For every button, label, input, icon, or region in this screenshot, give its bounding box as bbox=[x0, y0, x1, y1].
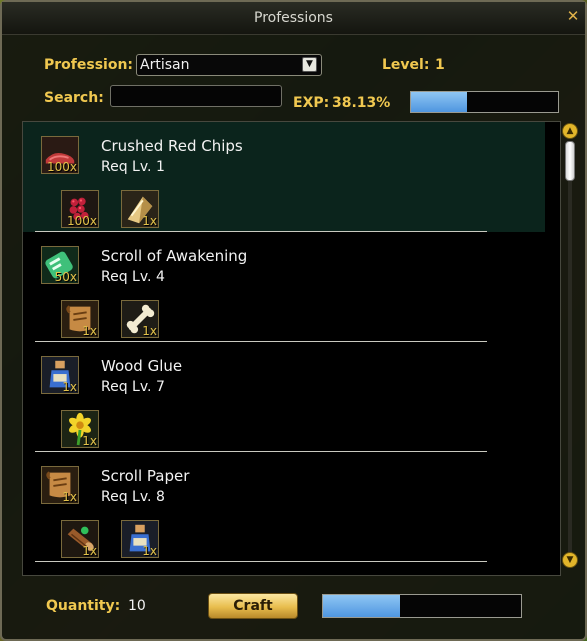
recipe-name: Crushed Red Chips bbox=[101, 137, 243, 155]
recipe-required-level: Req Lv. 4 bbox=[101, 269, 165, 285]
recipe-product-icon[interactable]: 50x bbox=[41, 246, 79, 284]
craft-progress-fill bbox=[323, 595, 401, 617]
recipe-row[interactable]: 100x Crushed Red Chips Req Lv. 1 100x 1x bbox=[23, 122, 545, 232]
craft-progress-bar bbox=[322, 594, 522, 618]
quantity-value[interactable]: 10 bbox=[128, 598, 146, 614]
recipe-row[interactable]: 1x Wood Glue Req Lv. 7 1x bbox=[23, 342, 545, 452]
scrollbar-track[interactable] bbox=[568, 141, 572, 553]
recipe-name: Scroll Paper bbox=[101, 467, 190, 485]
close-button[interactable]: ✕ bbox=[565, 8, 581, 24]
level-value: 1 bbox=[435, 57, 445, 73]
ingredient-icon[interactable]: 1x bbox=[121, 300, 159, 338]
recipe-product-icon[interactable]: 100x bbox=[41, 136, 79, 174]
level-label: Level: bbox=[382, 57, 430, 73]
scroll-up-button[interactable]: ▲ bbox=[562, 123, 578, 139]
recipe-row[interactable]: 50x Scroll of Awakening Req Lv. 4 1x 1x bbox=[23, 232, 545, 342]
recipe-divider bbox=[35, 561, 487, 562]
ingredient-icon[interactable]: 1x bbox=[61, 300, 99, 338]
item-quantity: 50x bbox=[54, 270, 77, 284]
ingredient-icon[interactable]: 1x bbox=[121, 190, 159, 228]
item-quantity: 1x bbox=[62, 490, 77, 504]
quantity-label: Quantity: bbox=[46, 598, 121, 614]
ingredient-icon[interactable]: 1x bbox=[61, 410, 99, 448]
item-quantity: 1x bbox=[82, 544, 97, 558]
search-label: Search: bbox=[44, 90, 104, 106]
recipe-required-level: Req Lv. 1 bbox=[101, 159, 165, 175]
profession-label: Profession: bbox=[44, 57, 134, 73]
ingredient-icon[interactable]: 1x bbox=[61, 520, 99, 558]
recipe-name: Wood Glue bbox=[101, 357, 183, 375]
exp-value: 38.13% bbox=[332, 95, 391, 111]
chevron-down-icon[interactable]: ▼ bbox=[302, 57, 317, 72]
recipe-product-icon[interactable]: 1x bbox=[41, 466, 79, 504]
exp-bar bbox=[410, 91, 559, 113]
recipe-list-scrollbar[interactable]: ▲ ▼ bbox=[561, 121, 579, 576]
recipe-name: Scroll of Awakening bbox=[101, 247, 248, 265]
item-quantity: 1x bbox=[82, 324, 97, 338]
chevron-up-icon[interactable]: ▲ bbox=[567, 126, 574, 136]
exp-bar-fill bbox=[411, 92, 468, 112]
exp-label: EXP: bbox=[293, 95, 330, 111]
title-bar[interactable]: Professions ✕ bbox=[2, 2, 585, 35]
window-title: Professions bbox=[254, 10, 333, 26]
item-quantity: 100x bbox=[66, 214, 97, 228]
craft-button[interactable]: Craft bbox=[208, 593, 298, 619]
scroll-down-button[interactable]: ▼ bbox=[562, 552, 578, 568]
item-quantity: 1x bbox=[82, 434, 97, 448]
item-quantity: 1x bbox=[142, 324, 157, 338]
recipe-required-level: Req Lv. 8 bbox=[101, 489, 165, 505]
recipe-row[interactable]: 1x Scroll Paper Req Lv. 8 1x 1x bbox=[23, 452, 545, 562]
scrollbar-thumb[interactable] bbox=[565, 141, 575, 181]
item-quantity: 1x bbox=[142, 544, 157, 558]
close-icon[interactable]: ✕ bbox=[567, 7, 580, 25]
ingredient-icon[interactable]: 1x bbox=[121, 520, 159, 558]
professions-window: Professions ✕ Profession: Artisan ▼ Leve… bbox=[0, 0, 587, 641]
search-input[interactable] bbox=[110, 85, 282, 107]
profession-dropdown[interactable]: Artisan ▼ bbox=[136, 54, 322, 76]
item-quantity: 1x bbox=[62, 380, 77, 394]
recipe-product-icon[interactable]: 1x bbox=[41, 356, 79, 394]
recipe-list[interactable]: 100x Crushed Red Chips Req Lv. 1 100x 1x 50x S… bbox=[22, 121, 561, 576]
ingredient-icon[interactable]: 100x bbox=[61, 190, 99, 228]
chevron-down-icon[interactable]: ▼ bbox=[567, 555, 574, 565]
item-quantity: 100x bbox=[46, 160, 77, 174]
profession-selected-value: Artisan bbox=[140, 57, 190, 73]
item-quantity: 1x bbox=[142, 214, 157, 228]
recipe-required-level: Req Lv. 7 bbox=[101, 379, 165, 395]
